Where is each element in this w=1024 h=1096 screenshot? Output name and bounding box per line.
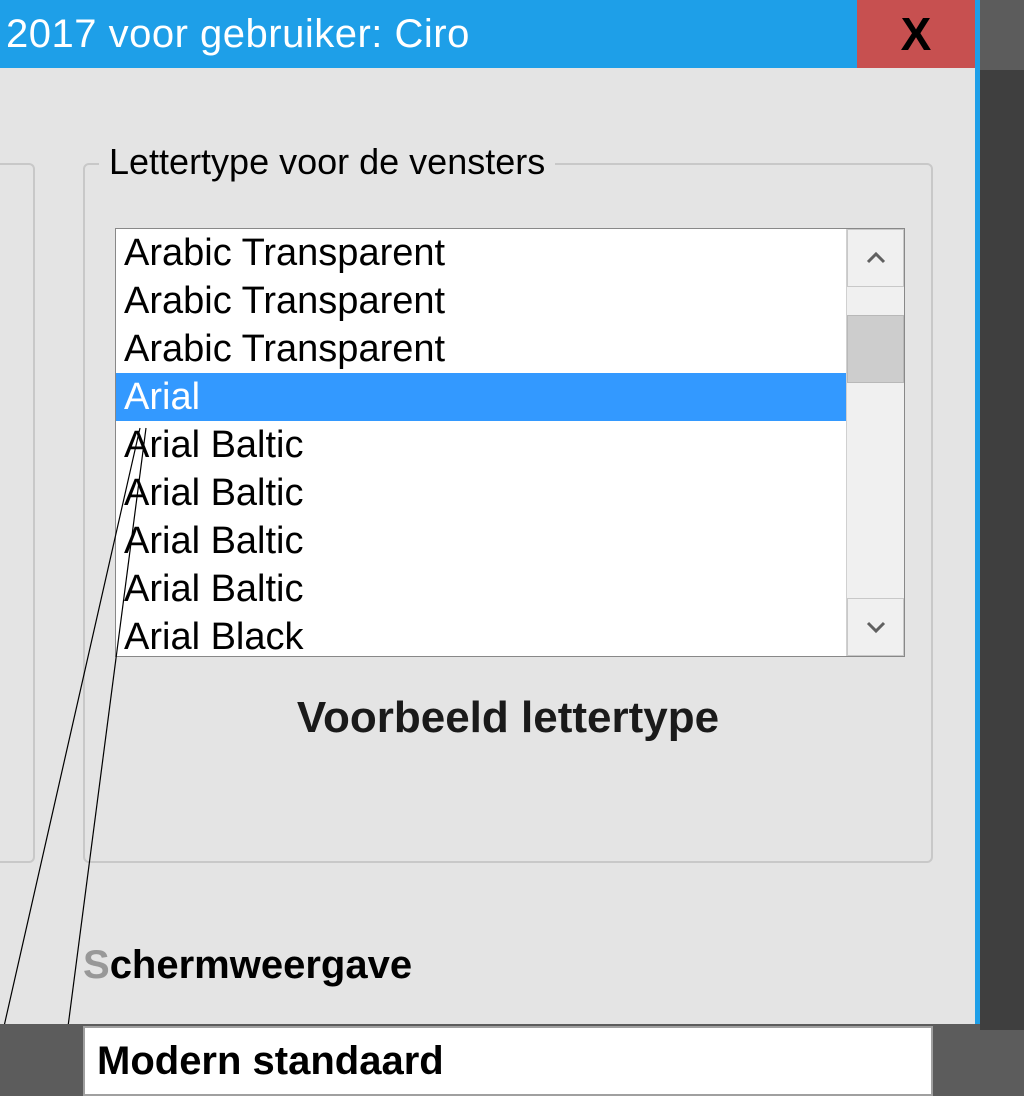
titlebar: 2017 voor gebruiker: Ciro X: [0, 0, 975, 68]
close-button[interactable]: X: [857, 0, 975, 68]
scroll-up-button[interactable]: [847, 229, 904, 287]
font-list-item[interactable]: Arial Baltic: [116, 469, 846, 517]
scroll-track[interactable]: [847, 287, 904, 598]
font-fieldset: Lettertype voor de vensters Arabic Trans…: [83, 163, 933, 863]
window-title: 2017 voor gebruiker: Ciro: [6, 12, 470, 57]
font-list-item[interactable]: Arabic Transparent: [116, 229, 846, 277]
chevron-down-icon: [864, 619, 888, 635]
display-dropdown[interactable]: Modern standaard: [83, 1026, 933, 1096]
font-preview-label: Voorbeeld lettertype: [85, 693, 931, 743]
font-list-item[interactable]: Arial Black: [116, 613, 846, 656]
font-listbox[interactable]: Arabic TransparentArabic TransparentArab…: [115, 228, 905, 657]
window-shadow: [980, 70, 1024, 1030]
font-list-item[interactable]: Arial Baltic: [116, 517, 846, 565]
dropdown-value: Modern standaard: [97, 1039, 444, 1084]
close-icon: X: [901, 7, 932, 61]
font-fieldset-legend: Lettertype voor de vensters: [99, 141, 555, 183]
label-first-letter: S: [83, 943, 110, 987]
font-list-item[interactable]: Arabic Transparent: [116, 277, 846, 325]
label-rest: chermweergave: [110, 943, 412, 987]
scroll-down-button[interactable]: [847, 598, 904, 656]
dialog-body: Lettertype voor de vensters Arabic Trans…: [0, 68, 975, 1024]
scrollbar: [846, 229, 904, 656]
font-list-items: Arabic TransparentArabic TransparentArab…: [116, 229, 846, 656]
font-list-item[interactable]: Arial Baltic: [116, 565, 846, 613]
font-list-item[interactable]: Arial: [116, 373, 846, 421]
font-list-item[interactable]: Arabic Transparent: [116, 325, 846, 373]
font-list-item[interactable]: Arial Baltic: [116, 421, 846, 469]
scroll-thumb[interactable]: [847, 315, 904, 383]
display-section-label: Schermweergave: [83, 943, 412, 988]
left-fieldset-partial: [0, 163, 35, 863]
dialog-window: 2017 voor gebruiker: Ciro X Lettertype v…: [0, 0, 980, 1024]
chevron-up-icon: [864, 250, 888, 266]
